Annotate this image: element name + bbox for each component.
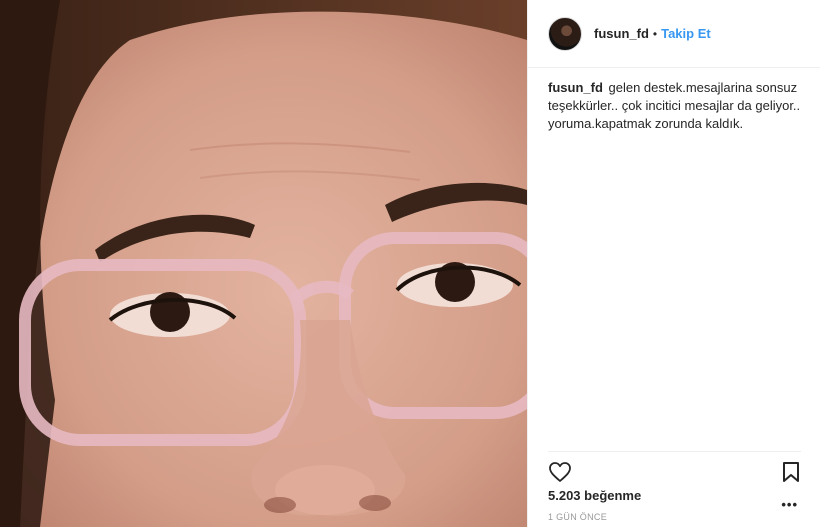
- divider: [548, 451, 801, 452]
- post-details-panel: fusun_fd • Takip Et fusun_fd gelen deste…: [527, 0, 820, 527]
- post-caption: fusun_fd gelen destek.mesajlarina sonsuz…: [548, 79, 806, 133]
- avatar[interactable]: [548, 16, 582, 51]
- portrait-image: [0, 0, 527, 527]
- post-photo[interactable]: [0, 0, 527, 527]
- heart-outline-icon[interactable]: [548, 460, 572, 484]
- separator-dot: •: [652, 26, 658, 41]
- like-count[interactable]: 5.203 beğenme: [548, 488, 641, 503]
- caption-username-link[interactable]: fusun_fd: [548, 80, 603, 95]
- more-options-button[interactable]: •••: [781, 497, 798, 512]
- instagram-post: fusun_fd • Takip Et fusun_fd gelen deste…: [0, 0, 820, 527]
- action-bar: [548, 460, 801, 484]
- follow-button[interactable]: Takip Et: [661, 26, 711, 41]
- post-header: fusun_fd • Takip Et: [528, 0, 820, 68]
- bookmark-icon[interactable]: [781, 461, 801, 483]
- username-link[interactable]: fusun_fd: [594, 26, 649, 41]
- post-timestamp[interactable]: 1 GÜN ÖNCE: [548, 512, 607, 522]
